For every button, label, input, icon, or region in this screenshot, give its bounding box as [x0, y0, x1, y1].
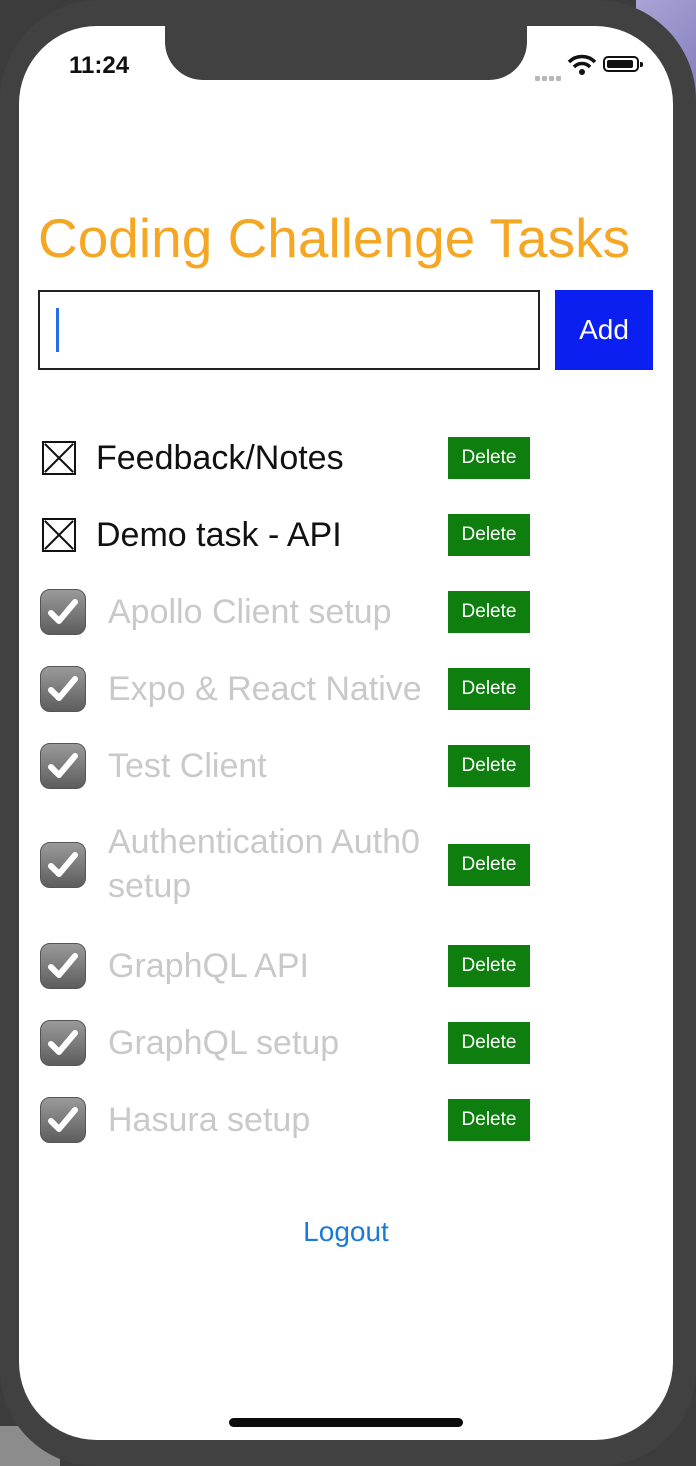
task-label: Feedback/Notes — [96, 439, 344, 477]
battery-icon — [603, 56, 643, 72]
checked-checkbox-icon[interactable] — [40, 842, 86, 888]
task-row: Test Client Delete — [38, 742, 530, 790]
delete-button[interactable]: Delete — [448, 514, 530, 556]
unchecked-box-icon[interactable] — [42, 441, 76, 475]
home-indicator — [229, 1418, 463, 1427]
task-label: GraphQL setup — [108, 1024, 340, 1062]
delete-button[interactable]: Delete — [448, 844, 530, 886]
task-row: Feedback/Notes Delete — [38, 436, 530, 480]
checked-checkbox-icon[interactable] — [40, 1097, 86, 1143]
task-input[interactable] — [38, 290, 540, 370]
delete-button[interactable]: Delete — [448, 591, 530, 633]
logout-link[interactable]: Logout — [19, 1216, 673, 1248]
task-row: GraphQL setup Delete — [38, 1019, 530, 1067]
status-time: 11:24 — [69, 52, 130, 79]
task-label: Test Client — [108, 747, 267, 785]
task-row: Demo task - API Delete — [38, 513, 530, 557]
signal-icon — [535, 68, 565, 81]
task-label: Demo task - API — [96, 516, 342, 554]
page-title: Coding Challenge Tasks — [38, 207, 631, 269]
delete-button[interactable]: Delete — [448, 1022, 530, 1064]
checked-checkbox-icon[interactable] — [40, 743, 86, 789]
task-label: Hasura setup — [108, 1101, 311, 1139]
unchecked-box-icon[interactable] — [42, 518, 76, 552]
task-row: GraphQL API Delete — [38, 942, 530, 990]
delete-button[interactable]: Delete — [448, 1099, 530, 1141]
delete-button[interactable]: Delete — [448, 668, 530, 710]
phone-frame: 11:24 Coding Challenge Tasks Add Feedbac… — [0, 0, 696, 1466]
delete-button[interactable]: Delete — [448, 945, 530, 987]
task-row: Hasura setup Delete — [38, 1096, 530, 1144]
checked-checkbox-icon[interactable] — [40, 943, 86, 989]
delete-button[interactable]: Delete — [448, 745, 530, 787]
notch — [165, 26, 527, 80]
task-label: Apollo Client setup — [108, 593, 392, 631]
text-cursor — [56, 308, 59, 352]
task-label: Expo & React Native — [108, 670, 422, 708]
task-row: Authentication Auth0 setup Delete — [38, 820, 530, 910]
app-screen: 11:24 Coding Challenge Tasks Add Feedbac… — [19, 26, 673, 1440]
checked-checkbox-icon[interactable] — [40, 666, 86, 712]
task-row: Apollo Client setup Delete — [38, 588, 530, 636]
add-button[interactable]: Add — [555, 290, 653, 370]
task-label: GraphQL API — [108, 947, 309, 985]
task-row: Expo & React Native Delete — [38, 665, 530, 713]
checked-checkbox-icon[interactable] — [40, 1020, 86, 1066]
task-label: Authentication Auth0 setup — [108, 823, 420, 905]
checked-checkbox-icon[interactable] — [40, 589, 86, 635]
delete-button[interactable]: Delete — [448, 437, 530, 479]
wifi-icon — [567, 54, 597, 75]
